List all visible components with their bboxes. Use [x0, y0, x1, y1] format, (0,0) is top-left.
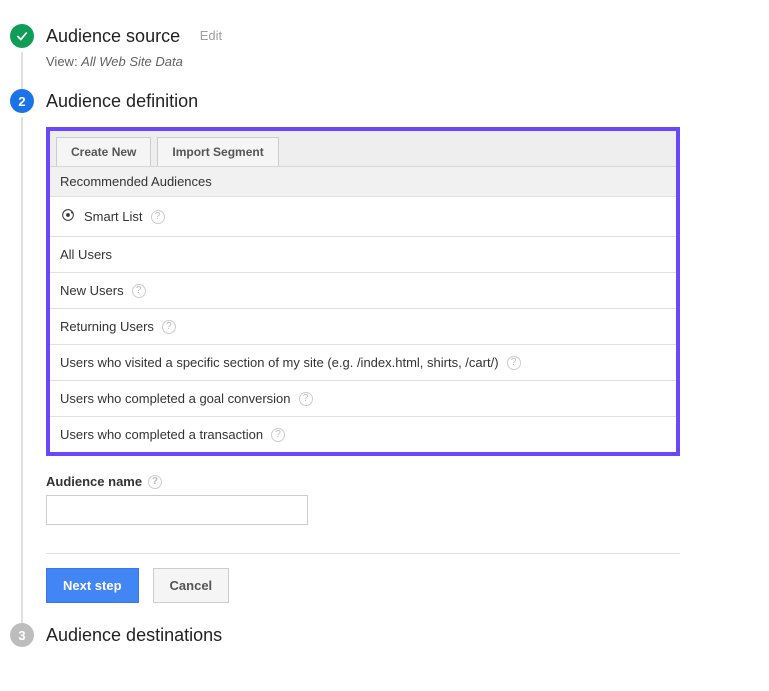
button-row: Next step Cancel — [46, 568, 769, 603]
view-line: View: All Web Site Data — [46, 54, 769, 69]
step2-title: Audience definition — [46, 89, 198, 113]
step1-title: Audience source — [46, 24, 180, 48]
step-connector — [21, 117, 23, 625]
panel-tabs: Create New Import Segment — [50, 131, 676, 167]
audience-row-label: Users who visited a specific section of … — [60, 355, 499, 370]
help-icon[interactable]: ? — [299, 392, 313, 406]
view-label: View: — [46, 54, 81, 69]
audience-row[interactable]: Users who completed a goal conversion? — [50, 381, 676, 417]
audience-row[interactable]: Users who completed a transaction? — [50, 417, 676, 452]
audience-row[interactable]: Smart List? — [50, 197, 676, 237]
audience-row-label: All Users — [60, 247, 112, 262]
help-icon[interactable]: ? — [148, 475, 162, 489]
cancel-button[interactable]: Cancel — [153, 568, 230, 603]
edit-link[interactable]: Edit — [200, 24, 222, 48]
help-icon[interactable]: ? — [162, 320, 176, 334]
divider — [46, 553, 680, 554]
audience-list: Smart List?All UsersNew Users?Returning … — [50, 197, 676, 452]
recommended-header: Recommended Audiences — [50, 167, 676, 197]
audience-row-label: Users who completed a goal conversion — [60, 391, 291, 406]
tab-import-segment[interactable]: Import Segment — [157, 137, 278, 166]
step-number-icon: 3 — [10, 623, 34, 647]
audience-name-label: Audience name ? — [46, 474, 769, 489]
step-audience-definition: 2 Audience definition Create New Import … — [10, 89, 769, 603]
step-audience-destinations: 3 Audience destinations — [10, 623, 769, 647]
help-icon[interactable]: ? — [132, 284, 146, 298]
audience-name-label-text: Audience name — [46, 474, 142, 489]
audience-row[interactable]: New Users? — [50, 273, 676, 309]
audience-row[interactable]: Users who visited a specific section of … — [50, 345, 676, 381]
audience-row-label: Users who completed a transaction — [60, 427, 263, 442]
help-icon[interactable]: ? — [507, 356, 521, 370]
check-icon — [15, 29, 29, 43]
audience-panel: Create New Import Segment Recommended Au… — [46, 127, 680, 456]
step-audience-source: Audience source Edit View: All Web Site … — [10, 24, 769, 69]
help-icon[interactable]: ? — [271, 428, 285, 442]
audience-row-label: New Users — [60, 283, 124, 298]
help-icon[interactable]: ? — [151, 210, 165, 224]
audience-row[interactable]: Returning Users? — [50, 309, 676, 345]
view-name: All Web Site Data — [81, 54, 183, 69]
smart-list-icon — [60, 207, 76, 226]
tab-create-new[interactable]: Create New — [56, 137, 151, 166]
audience-name-input[interactable] — [46, 495, 308, 525]
audience-row-label: Smart List — [84, 209, 143, 224]
next-step-button[interactable]: Next step — [46, 568, 139, 603]
step-number-icon: 2 — [10, 89, 34, 113]
step-done-icon — [10, 24, 34, 48]
audience-row-label: Returning Users — [60, 319, 154, 334]
step3-title: Audience destinations — [46, 623, 222, 647]
step-connector — [21, 52, 23, 91]
audience-row[interactable]: All Users — [50, 237, 676, 273]
